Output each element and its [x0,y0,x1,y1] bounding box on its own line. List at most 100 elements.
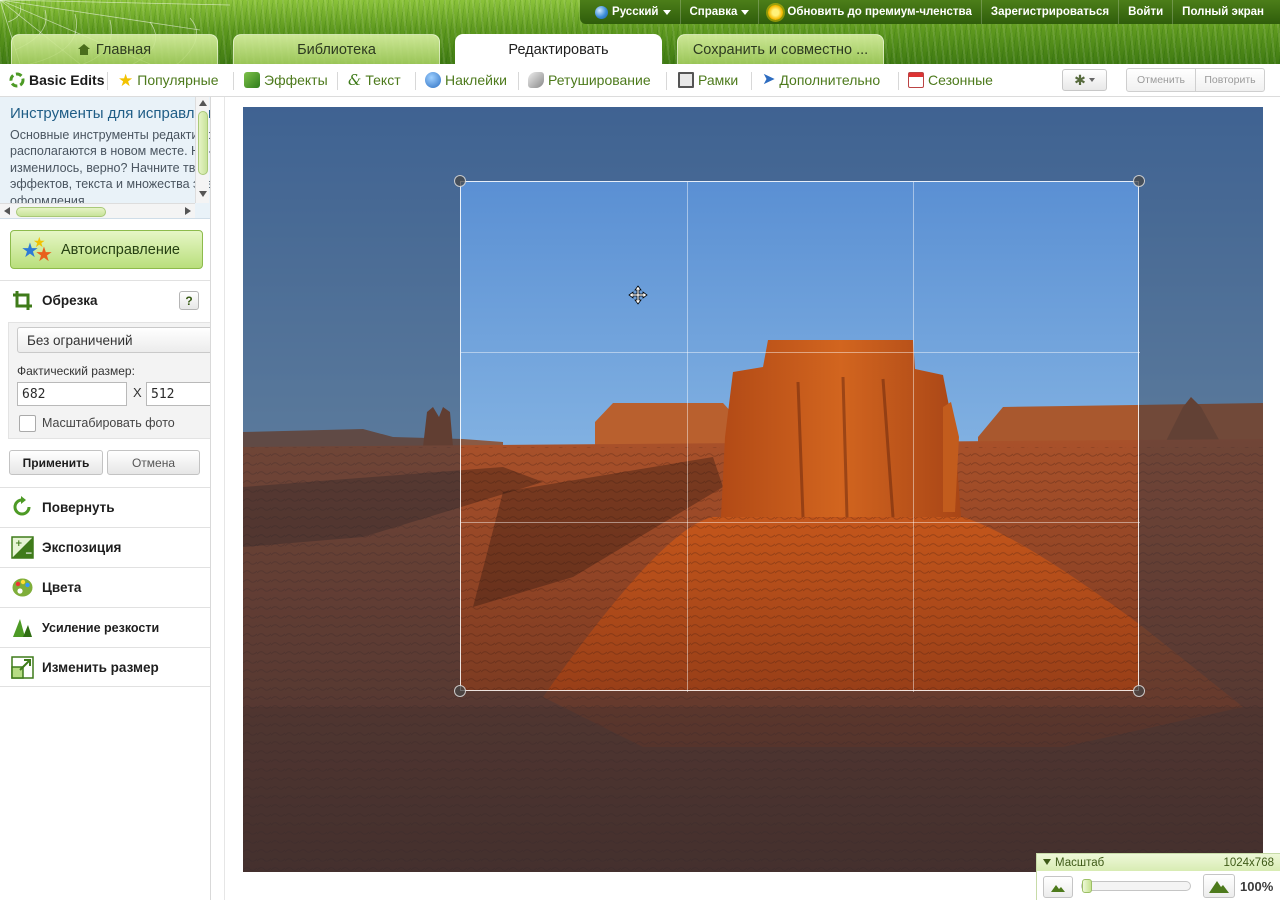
zoom-in-button[interactable] [1203,874,1235,898]
globe-icon [595,5,609,19]
retouch-icon [528,72,544,88]
scroll-up-icon[interactable] [199,100,207,106]
login-label: Войти [1128,6,1164,18]
zoom-header[interactable]: Масштаб 1024x768 [1037,854,1280,871]
scroll-thumb[interactable] [198,111,208,175]
tool-label: Популярные [137,72,219,88]
scroll-thumb[interactable] [16,207,106,217]
tool-stickers[interactable]: Наклейки [425,64,507,96]
settings-button[interactable]: ✱ [1062,69,1107,91]
tip-horizontal-scrollbar[interactable] [0,203,195,218]
register-label: Зарегистрироваться [990,6,1110,18]
size-separator: X [133,385,142,400]
tool-seasonal[interactable]: Сезонные [908,64,993,96]
toolbar-divider [337,72,338,90]
tools-sidebar: Инструменты для исправления Основные инс… [0,97,211,900]
tip-line: оформления [10,193,85,203]
undo-button[interactable]: Отменить [1127,69,1196,91]
crop-selection-box[interactable] [460,181,1140,692]
cancel-button[interactable]: Отмена [107,450,200,475]
redo-button[interactable]: Повторить [1196,69,1264,91]
tool-frames[interactable]: Рамки [678,64,738,96]
section-colors[interactable]: Цвета [0,567,210,607]
tip-line: изменилось, верно? Начните творить с пом… [10,160,210,175]
tool-effects[interactable]: Эффекты [244,64,328,96]
svg-text:−: − [25,549,33,559]
zoom-slider[interactable] [1081,879,1191,893]
effects-icon [244,72,260,88]
crop-handle-top-right[interactable] [1133,175,1145,187]
section-exposure[interactable]: + − Экспозиция [0,527,210,567]
help-menu[interactable]: Справка [681,0,760,24]
section-label: Усиление резкости [42,620,160,635]
crop-handle-bottom-left[interactable] [454,685,466,697]
language-select[interactable]: Русский [586,0,681,24]
register-link[interactable]: Зарегистрироваться [982,0,1120,24]
width-field[interactable]: 682 [17,382,127,406]
tool-basic-edits[interactable]: Basic Edits [9,64,104,96]
tool-label: Дополнительно [779,72,881,88]
home-icon [77,44,90,55]
zoom-title-text: Масштаб [1055,856,1105,869]
resize-icon [11,655,34,679]
language-label: Русский [612,6,659,18]
tab-edit[interactable]: Редактировать [455,34,662,64]
section-resize[interactable]: Изменить размер [0,647,210,687]
scale-photo-checkbox[interactable] [19,415,36,432]
toolbar-divider [518,72,519,90]
aspect-ratio-select[interactable]: Без ограничений [17,327,210,353]
zoom-out-button[interactable] [1043,876,1073,898]
scroll-left-icon[interactable] [4,207,10,215]
section-label: Экспозиция [42,540,122,555]
autofix-label: Автоисправление [61,241,180,258]
tip-vertical-scrollbar[interactable] [195,97,209,203]
tool-label: Рамки [698,72,739,88]
tab-save-share[interactable]: Сохранить и совместно ... [677,34,884,64]
tool-retouch[interactable]: Ретуширование [528,64,651,96]
tool-label: Эффекты [264,72,328,88]
zoom-slider-knob[interactable] [1082,879,1092,893]
scale-photo-label: Масштабировать фото [42,416,175,430]
move-cursor-icon [628,285,648,305]
tool-text[interactable]: & Текст [348,64,401,96]
login-link[interactable]: Войти [1119,0,1174,24]
tab-label: Библиотека [297,41,376,58]
autofix-button[interactable]: ★ ★ ★ Автоисправление [10,230,203,269]
upgrade-link[interactable]: Обновить до премиум-членства [759,0,982,24]
tip-title: Инструменты для исправления [10,105,211,122]
apply-button[interactable]: Применить [9,450,103,475]
frames-icon [678,72,694,88]
toolbar-divider [415,72,416,90]
fullscreen-link[interactable]: Полный экран [1173,0,1280,24]
collapse-icon [1043,859,1051,866]
tool-advanced[interactable]: ➤ Дополнительно [762,64,880,96]
photo-canvas[interactable] [243,107,1263,872]
palette-icon [12,578,33,597]
sun-icon [768,4,784,20]
magic-stars-icon: ★ ★ ★ [21,233,53,266]
toolbar-divider [751,72,752,90]
tip-line: эффектов, текста и множества элементов [10,177,210,192]
mountain-large-icon [1209,881,1229,893]
tool-label: Basic Edits [29,72,105,88]
crop-handle-top-left[interactable] [454,175,466,187]
crop-gridline [461,522,1140,523]
section-rotate[interactable]: Повернуть [0,487,210,527]
crop-handle-bottom-right[interactable] [1133,685,1145,697]
section-sharpen[interactable]: Усиление резкости [0,607,210,647]
section-label: Цвета [42,580,82,595]
gear-icon: ✱ [1074,72,1086,88]
height-field[interactable]: 512 [146,382,210,406]
tool-popular[interactable]: ★ Популярные [118,64,219,96]
tab-home[interactable]: Главная [11,34,218,64]
tab-library[interactable]: Библиотека [233,34,440,64]
crop-options-panel: Без ограничений Фактический размер: 682 … [8,322,210,439]
upgrade-label: Обновить до премиум-членства [787,6,972,18]
scroll-down-icon[interactable] [199,191,207,197]
help-button[interactable]: ? [179,291,199,310]
scroll-right-icon[interactable] [185,207,191,215]
app-header: Русский Справка Обновить до премиум-член… [0,0,1280,64]
tool-label: Ретуширование [548,72,651,88]
pin-icon: ➤ [762,71,776,88]
workspace-divider [224,97,225,900]
